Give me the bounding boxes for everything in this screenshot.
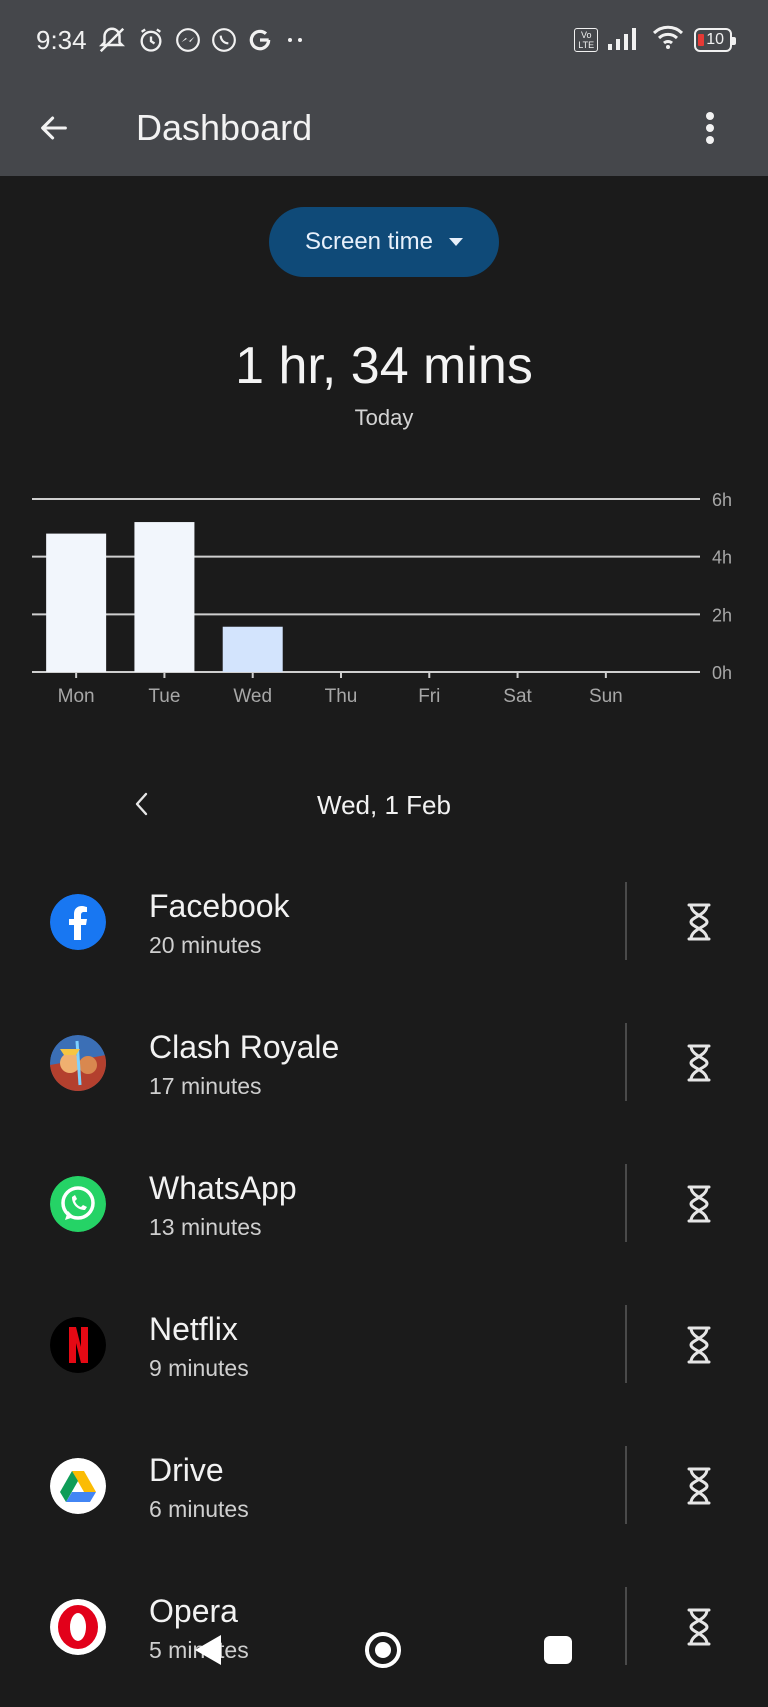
total-screen-time: 1 hr, 34 mins [235, 337, 533, 395]
recents-square-icon [544, 1636, 572, 1664]
more-vert-icon [706, 112, 714, 144]
selected-date: Wed, 1 Feb [317, 790, 451, 820]
signal-icon [608, 24, 642, 57]
x-tick-label: Mon [58, 686, 95, 707]
hourglass-icon [687, 1467, 711, 1505]
list-item[interactable]: Facebook 20 minutes [0, 860, 768, 1001]
status-bar: 9:34 Vo LTE 10 [0, 0, 768, 80]
volte-badge: Vo LTE [574, 28, 599, 52]
bell-off-icon [97, 25, 127, 55]
x-tick-label: Sun [589, 686, 623, 707]
metric-label: Screen time [304, 228, 434, 255]
row-divider [625, 1023, 627, 1101]
list-item[interactable]: Drive 6 minutes [0, 1424, 768, 1565]
y-tick-label: 2h [712, 605, 732, 625]
system-navigation-bar [0, 1620, 768, 1707]
list-item[interactable]: Netflix 9 minutes [0, 1283, 768, 1424]
date-navigator: Wed, 1 Feb [0, 776, 768, 832]
metric-selector[interactable]: Screen time [269, 207, 499, 277]
app-name: WhatsApp [149, 1170, 297, 1206]
app-timer-button[interactable] [677, 900, 721, 944]
battery-level: 10 [706, 31, 724, 48]
hourglass-icon [687, 903, 711, 941]
arrow-left-icon [41, 116, 67, 140]
bar [222, 626, 283, 672]
app-name: Facebook [149, 888, 290, 924]
battery-indicator: 10 [694, 28, 736, 52]
nav-back-button[interactable] [178, 1620, 238, 1680]
app-name: Netflix [149, 1311, 238, 1347]
messenger-icon [175, 27, 201, 53]
more-options-button[interactable] [690, 108, 730, 148]
netflix-icon [50, 1317, 106, 1373]
app-usage-time: 6 minutes [149, 1496, 249, 1522]
whatsapp-status-icon [211, 27, 237, 53]
y-tick-label: 6h [712, 490, 732, 510]
dropdown-icon [449, 238, 464, 246]
app-timer-button[interactable] [677, 1464, 721, 1508]
y-tick-label: 4h [712, 548, 732, 568]
list-item[interactable]: Clash Royale 17 minutes [0, 1001, 768, 1142]
google-icon [247, 27, 273, 53]
app-usage-time: 9 minutes [149, 1355, 249, 1381]
status-time: 9:34 [36, 24, 87, 55]
top-bar: 9:34 Vo LTE 10 Dashboard [0, 0, 768, 176]
list-item[interactable]: WhatsApp 13 minutes [0, 1142, 768, 1283]
back-triangle-icon [195, 1635, 221, 1665]
period-label: Today [354, 405, 414, 430]
x-tick-label: Sat [503, 686, 532, 707]
hourglass-icon [687, 1044, 711, 1082]
bar [134, 522, 195, 672]
hourglass-icon [687, 1326, 711, 1364]
x-tick-label: Tue [148, 686, 180, 707]
clash-royale-icon [50, 1035, 106, 1091]
home-circle-icon [365, 1632, 401, 1668]
app-name: Clash Royale [149, 1029, 340, 1065]
app-timer-button[interactable] [677, 1041, 721, 1085]
app-usage-time: 17 minutes [149, 1073, 262, 1099]
hourglass-icon [687, 1185, 711, 1223]
alarm-icon [137, 26, 165, 54]
app-usage-time: 13 minutes [149, 1214, 262, 1240]
x-tick-label: Fri [418, 686, 440, 707]
nav-home-button[interactable] [353, 1620, 413, 1680]
page-title: Dashboard [136, 107, 313, 148]
weekly-usage-chart: 0h 2h 4h 6h Mon Tue Wed Thu Fri Sat Sun [32, 490, 732, 707]
app-bar: Dashboard [0, 80, 768, 176]
app-name: Drive [149, 1452, 224, 1488]
app-timer-button[interactable] [677, 1323, 721, 1367]
facebook-icon [50, 894, 106, 950]
status-notification-icons [97, 25, 307, 55]
x-tick-label: Thu [325, 686, 358, 707]
row-divider [625, 882, 627, 960]
whatsapp-icon [50, 1176, 106, 1232]
y-tick-label: 0h [712, 663, 732, 683]
row-divider [625, 1164, 627, 1242]
drive-icon [50, 1458, 106, 1514]
x-tick-label: Wed [233, 686, 272, 707]
app-usage-time: 20 minutes [149, 932, 262, 958]
wifi-icon [652, 24, 684, 57]
battery-tip [732, 37, 736, 45]
bar [46, 533, 107, 672]
battery-fill [698, 34, 705, 46]
back-button[interactable] [34, 108, 74, 148]
row-divider [625, 1446, 627, 1524]
row-divider [625, 1305, 627, 1383]
more-dots-icon [283, 28, 307, 52]
nav-recents-button[interactable] [528, 1620, 588, 1680]
app-timer-button[interactable] [677, 1182, 721, 1226]
status-right-icons: Vo LTE 10 [574, 24, 736, 57]
